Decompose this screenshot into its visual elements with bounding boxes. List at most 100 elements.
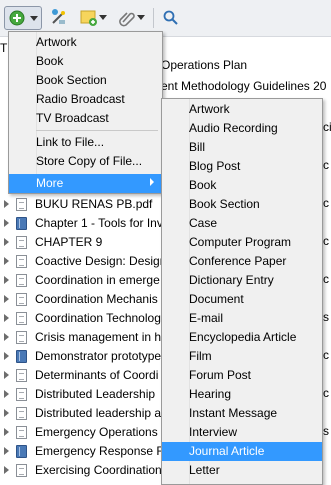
item-title: Distributed Leadership xyxy=(35,387,156,401)
menu-item-artwork[interactable]: Artwork xyxy=(9,33,162,52)
menu-item-book-section[interactable]: Book Section xyxy=(9,71,162,90)
item-title: CHAPTER 9 xyxy=(35,235,103,249)
submenu-item-forum-post[interactable]: Forum Post xyxy=(162,366,322,385)
submenu-item-case[interactable]: Case xyxy=(162,214,322,233)
document-icon xyxy=(16,236,27,249)
add-attachment-button[interactable] xyxy=(116,6,148,30)
submenu-item-interview[interactable]: Interview xyxy=(162,423,322,442)
chevron-right-icon xyxy=(150,178,154,186)
document-icon xyxy=(16,407,27,420)
submenu-item-dictionary-entry[interactable]: Dictionary Entry xyxy=(162,271,322,290)
document-icon xyxy=(16,274,27,287)
document-icon xyxy=(16,331,27,344)
chevron-down-icon xyxy=(137,15,145,20)
toolbar-separator xyxy=(153,8,154,28)
item-title: Distributed leadership a xyxy=(35,406,162,420)
submenu-item-conference-paper[interactable]: Conference Paper xyxy=(162,252,322,271)
partial-column-text: c xyxy=(323,196,329,210)
book-icon xyxy=(16,445,27,458)
item-title: BUKU RENAS PB.pdf xyxy=(35,197,153,211)
item-title: Chapter 1 - Tools for Inv xyxy=(35,216,163,230)
submenu-item-blog-post[interactable]: Blog Post xyxy=(162,157,322,176)
submenu-item-film[interactable]: Film xyxy=(162,347,322,366)
book-icon xyxy=(16,217,27,230)
expand-arrow-icon[interactable] xyxy=(4,314,9,322)
item-title: Demonstrator prototype xyxy=(35,349,162,363)
expand-arrow-icon[interactable] xyxy=(4,219,9,227)
partial-column-text: s xyxy=(323,310,329,324)
paperclip-icon xyxy=(119,12,135,27)
item-title: Emergency Response Fr xyxy=(35,444,168,458)
expand-arrow-icon[interactable] xyxy=(4,200,9,208)
document-icon xyxy=(16,198,27,211)
submenu-item-audio-recording[interactable]: Audio Recording xyxy=(162,119,322,138)
item-title: Crisis management in h xyxy=(35,330,162,344)
submenu-item-encyclopedia-article[interactable]: Encyclopedia Article xyxy=(162,328,322,347)
search-button[interactable] xyxy=(160,6,182,30)
item-title: Emergency Operations xyxy=(35,425,158,439)
menu-item-tv-broadcast[interactable]: TV Broadcast xyxy=(9,109,162,128)
expand-arrow-icon[interactable] xyxy=(4,428,9,436)
item-title: Coordination in emerge xyxy=(35,273,160,287)
submenu-item-letter[interactable]: Letter xyxy=(162,461,322,480)
document-icon xyxy=(16,255,27,268)
partial-column-text: c xyxy=(323,386,329,400)
expand-arrow-icon[interactable] xyxy=(4,371,9,379)
menu-item-more[interactable]: More xyxy=(9,174,162,193)
submenu-item-e-mail[interactable]: E-mail xyxy=(162,309,322,328)
submenu-item-book[interactable]: Book xyxy=(162,176,322,195)
expand-arrow-icon[interactable] xyxy=(4,333,9,341)
submenu-item-journal-article[interactable]: Journal Article xyxy=(162,442,322,461)
more-item-types-submenu: Artwork Audio Recording Bill Blog Post Book B… xyxy=(161,98,323,485)
item-title: Coactive Design: Designi xyxy=(35,254,170,268)
menu-item-store-copy-of-file[interactable]: Store Copy of File... xyxy=(9,152,162,171)
document-icon xyxy=(16,312,27,325)
partial-item-title-1[interactable]: Operations Plan xyxy=(161,58,247,72)
expand-arrow-icon[interactable] xyxy=(4,352,9,360)
new-item-button[interactable] xyxy=(4,6,42,30)
submenu-item-document[interactable]: Document xyxy=(162,290,322,309)
chevron-down-icon xyxy=(99,15,107,20)
menu-item-radio-broadcast[interactable]: Radio Broadcast xyxy=(9,90,162,109)
add-by-identifier-button[interactable] xyxy=(48,6,70,30)
expand-arrow-icon[interactable] xyxy=(4,390,9,398)
submenu-item-instant-message[interactable]: Instant Message xyxy=(162,404,322,423)
new-item-menu: Artwork Book Book Section Radio Broadcas… xyxy=(8,31,163,194)
expand-arrow-icon[interactable] xyxy=(4,276,9,284)
menu-item-link-to-file[interactable]: Link to File... xyxy=(9,133,162,152)
chevron-down-icon xyxy=(30,16,38,21)
partial-item-title-2[interactable]: ent Methodology Guidelines 20 xyxy=(161,79,326,93)
document-icon xyxy=(16,293,27,306)
menu-item-book[interactable]: Book xyxy=(9,52,162,71)
book-icon xyxy=(16,350,27,363)
document-icon xyxy=(16,388,27,401)
expand-arrow-icon[interactable] xyxy=(4,409,9,417)
document-icon xyxy=(16,369,27,382)
partial-column-text: c xyxy=(323,234,329,248)
partial-column-text: c xyxy=(323,272,329,286)
submenu-item-artwork[interactable]: Artwork xyxy=(162,100,322,119)
note-icon xyxy=(80,10,97,26)
column-header-fragment: T xyxy=(0,41,8,55)
partial-column-text: c xyxy=(323,348,329,362)
submenu-item-hearing[interactable]: Hearing xyxy=(162,385,322,404)
expand-arrow-icon[interactable] xyxy=(4,466,9,474)
expand-arrow-icon[interactable] xyxy=(4,238,9,246)
partial-column-text: c xyxy=(323,158,329,172)
item-title: Determinants of Coordi xyxy=(35,368,159,382)
partial-column-text: ci xyxy=(323,120,331,134)
new-note-button[interactable] xyxy=(78,6,110,30)
expand-arrow-icon[interactable] xyxy=(4,257,9,265)
magic-wand-icon xyxy=(52,9,65,24)
item-title: Exercising Coordination xyxy=(35,463,162,477)
partial-column-text: s xyxy=(323,424,329,438)
expand-arrow-icon[interactable] xyxy=(4,295,9,303)
document-icon xyxy=(16,426,27,439)
item-title: Coordination Mechanis xyxy=(35,292,158,306)
submenu-item-book-section[interactable]: Book Section xyxy=(162,195,322,214)
expand-arrow-icon[interactable] xyxy=(4,447,9,455)
item-title: Coordination Technolog xyxy=(35,311,161,325)
search-icon xyxy=(163,10,178,25)
submenu-item-bill[interactable]: Bill xyxy=(162,138,322,157)
submenu-item-computer-program[interactable]: Computer Program xyxy=(162,233,322,252)
